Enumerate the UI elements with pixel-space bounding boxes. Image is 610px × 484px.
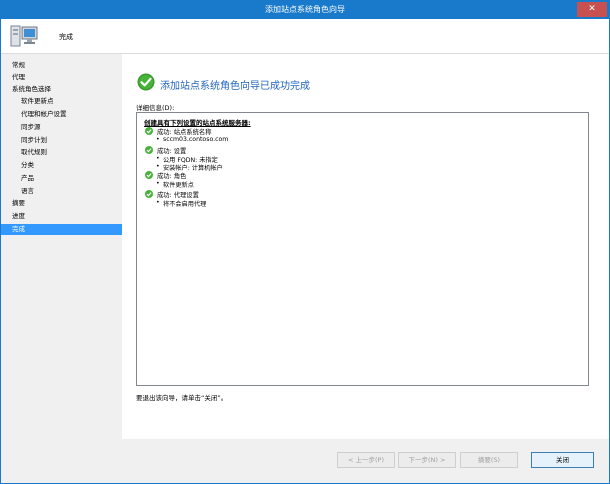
success-check-icon (137, 73, 155, 91)
success-check-icon (145, 127, 153, 135)
sidebar-item-classifications[interactable]: 分类 (1, 160, 122, 171)
window-close-button[interactable]: ✕ (577, 2, 607, 17)
success-title: 添加站点系统角色向导已成功完成 (160, 81, 310, 92)
sidebar-item-progress[interactable]: 进度 (1, 211, 122, 222)
success-check-icon (145, 190, 153, 198)
main-content: 添加站点系统角色向导已成功完成 详细信息(D): 创建具有下列设置的站点系统服务… (122, 54, 609, 439)
sidebar-item-role-selection[interactable]: 系统角色选择 (1, 84, 122, 95)
title-bar[interactable]: 添加站点系统角色向导 ✕ (1, 1, 609, 19)
sidebar-item-products[interactable]: 产品 (1, 173, 122, 184)
sidebar-item-summary[interactable]: 摘要 (1, 198, 122, 209)
detail-item: sccm03.contoso.com (156, 136, 228, 143)
status-settings: 成功: 设置 (157, 148, 187, 155)
details-label: 详细信息(D): (136, 104, 175, 112)
status-proxy-settings: 成功: 代理设置 (157, 192, 199, 199)
status-role: 成功: 角色 (157, 173, 187, 180)
success-check-icon (145, 146, 153, 154)
success-check-icon (145, 171, 153, 179)
previous-button[interactable]: < 上一步(P) (337, 452, 395, 468)
next-button[interactable]: 下一步(N) > (398, 452, 456, 468)
sidebar-item-supersedence[interactable]: 取代规则 (1, 147, 122, 158)
wizard-footer: < 上一步(P) 下一步(N) > 摘要(S) 关闭 (122, 439, 609, 483)
status-site-system-name: 成功: 站点系统名称 (157, 129, 212, 136)
sidebar-item-general[interactable]: 常规 (1, 60, 122, 71)
sidebar-item-sync-schedule[interactable]: 同步计划 (1, 135, 122, 146)
page-title: 完成 (59, 33, 73, 41)
details-textbox[interactable]: 创建具有下列设置的站点系统服务器: 成功: 站点系统名称 sccm03.cont… (136, 112, 589, 386)
summary-button[interactable]: 摘要(S) (460, 452, 518, 468)
window-title: 添加站点系统角色向导 (265, 5, 345, 14)
details-heading: 创建具有下列设置的站点系统服务器: (144, 119, 251, 127)
wizard-window: 添加站点系统角色向导 ✕ 完成 常规 代理 系统角色选择 软件更新点 代理和帐户… (0, 0, 610, 484)
exit-instruction: 要退出该向导，请单击“关闭”。 (136, 394, 228, 402)
wizard-header: 完成 (1, 19, 609, 54)
wizard-sidebar: 常规 代理 系统角色选择 软件更新点 代理和帐户设置 同步源 同步计划 取代规则… (1, 54, 122, 483)
sidebar-item-sync-source[interactable]: 同步源 (1, 122, 122, 133)
close-button[interactable]: 关闭 (531, 452, 594, 468)
detail-item: 将不会启用代理 (156, 199, 206, 208)
computer-icon (10, 25, 38, 47)
sidebar-item-software-update-point[interactable]: 软件更新点 (1, 96, 122, 107)
sidebar-item-proxy[interactable]: 代理 (1, 72, 122, 83)
sidebar-item-completion[interactable]: 完成 (1, 224, 122, 235)
sidebar-item-languages[interactable]: 语言 (1, 186, 122, 197)
detail-item: 软件更新点 (156, 180, 194, 189)
sidebar-item-proxy-account[interactable]: 代理和帐户设置 (1, 109, 122, 120)
